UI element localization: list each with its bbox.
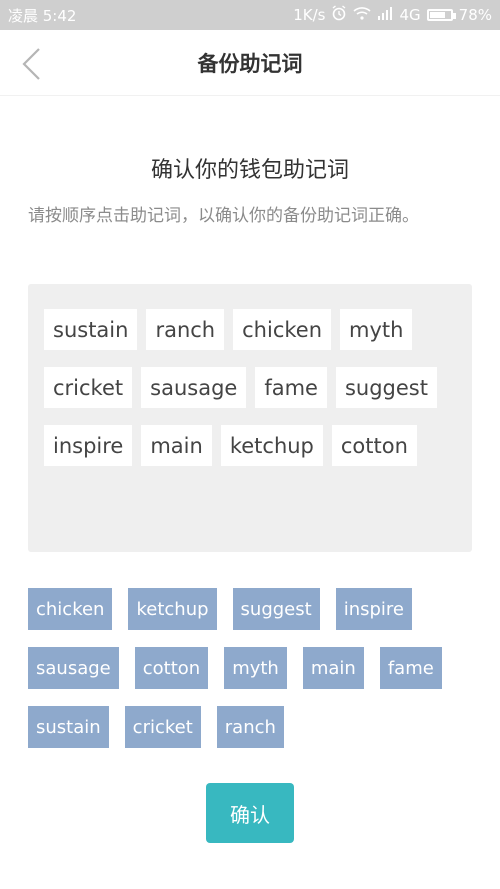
selected-word-chip[interactable]: inspire <box>44 425 133 466</box>
word-option-chip[interactable]: sausage <box>28 647 119 689</box>
selected-word-chip[interactable]: ketchup <box>220 425 323 466</box>
status-bar: 凌晨 5:42 1K/s 4G 78% <box>0 0 500 30</box>
word-option-chip[interactable]: cotton <box>134 647 209 689</box>
wifi-icon <box>353 6 372 24</box>
word-option-chip[interactable]: ketchup <box>128 588 217 630</box>
selected-word-chip[interactable]: main <box>141 425 212 466</box>
word-option-chip[interactable]: chicken <box>28 588 113 630</box>
selected-word-chip[interactable]: fame <box>255 367 327 408</box>
confirm-button[interactable]: 确认 <box>206 783 294 843</box>
selected-word-chip[interactable]: ranch <box>146 309 225 350</box>
word-option-chip[interactable]: cricket <box>124 706 201 748</box>
selected-word-chip[interactable]: suggest <box>335 367 437 408</box>
status-time: 凌晨 5:42 <box>8 6 77 25</box>
word-option-chip[interactable]: fame <box>379 647 442 689</box>
selected-words-area: sustain ranch chicken myth cricket sausage fam… <box>28 284 472 552</box>
network-speed: 1K/s <box>293 6 326 24</box>
signal-icon <box>377 6 393 24</box>
confirm-heading: 确认你的钱包助记词 <box>150 158 349 183</box>
selected-word-chip[interactable]: myth <box>340 309 413 350</box>
battery-icon <box>426 9 456 21</box>
instruction-text: 请按顺序点击助记词，以确认你的备份助记词正确。 <box>28 206 419 226</box>
word-options: chicken ketchup suggest inspire sausage cotto… <box>28 588 478 765</box>
selected-word-chip[interactable]: sausage <box>141 367 247 408</box>
selected-word-chip[interactable]: cotton <box>331 425 417 466</box>
word-option-chip[interactable]: main <box>302 647 364 689</box>
selected-word-chip[interactable]: chicken <box>233 309 332 350</box>
nav-bar: 备份助记词 <box>0 30 500 96</box>
selected-word-chip[interactable]: cricket <box>44 367 133 408</box>
battery-percent: 78% <box>458 6 492 24</box>
word-option-chip[interactable]: sustain <box>28 706 109 748</box>
network-type: 4G <box>399 6 421 24</box>
page-title: 备份助记词 <box>197 52 303 76</box>
word-option-chip[interactable]: inspire <box>335 588 412 630</box>
word-option-chip[interactable]: ranch <box>216 706 284 748</box>
alarm-icon <box>331 5 347 25</box>
selected-word-chip[interactable]: sustain <box>44 309 138 350</box>
word-option-chip[interactable]: myth <box>224 647 287 689</box>
word-option-chip[interactable]: suggest <box>232 588 320 630</box>
